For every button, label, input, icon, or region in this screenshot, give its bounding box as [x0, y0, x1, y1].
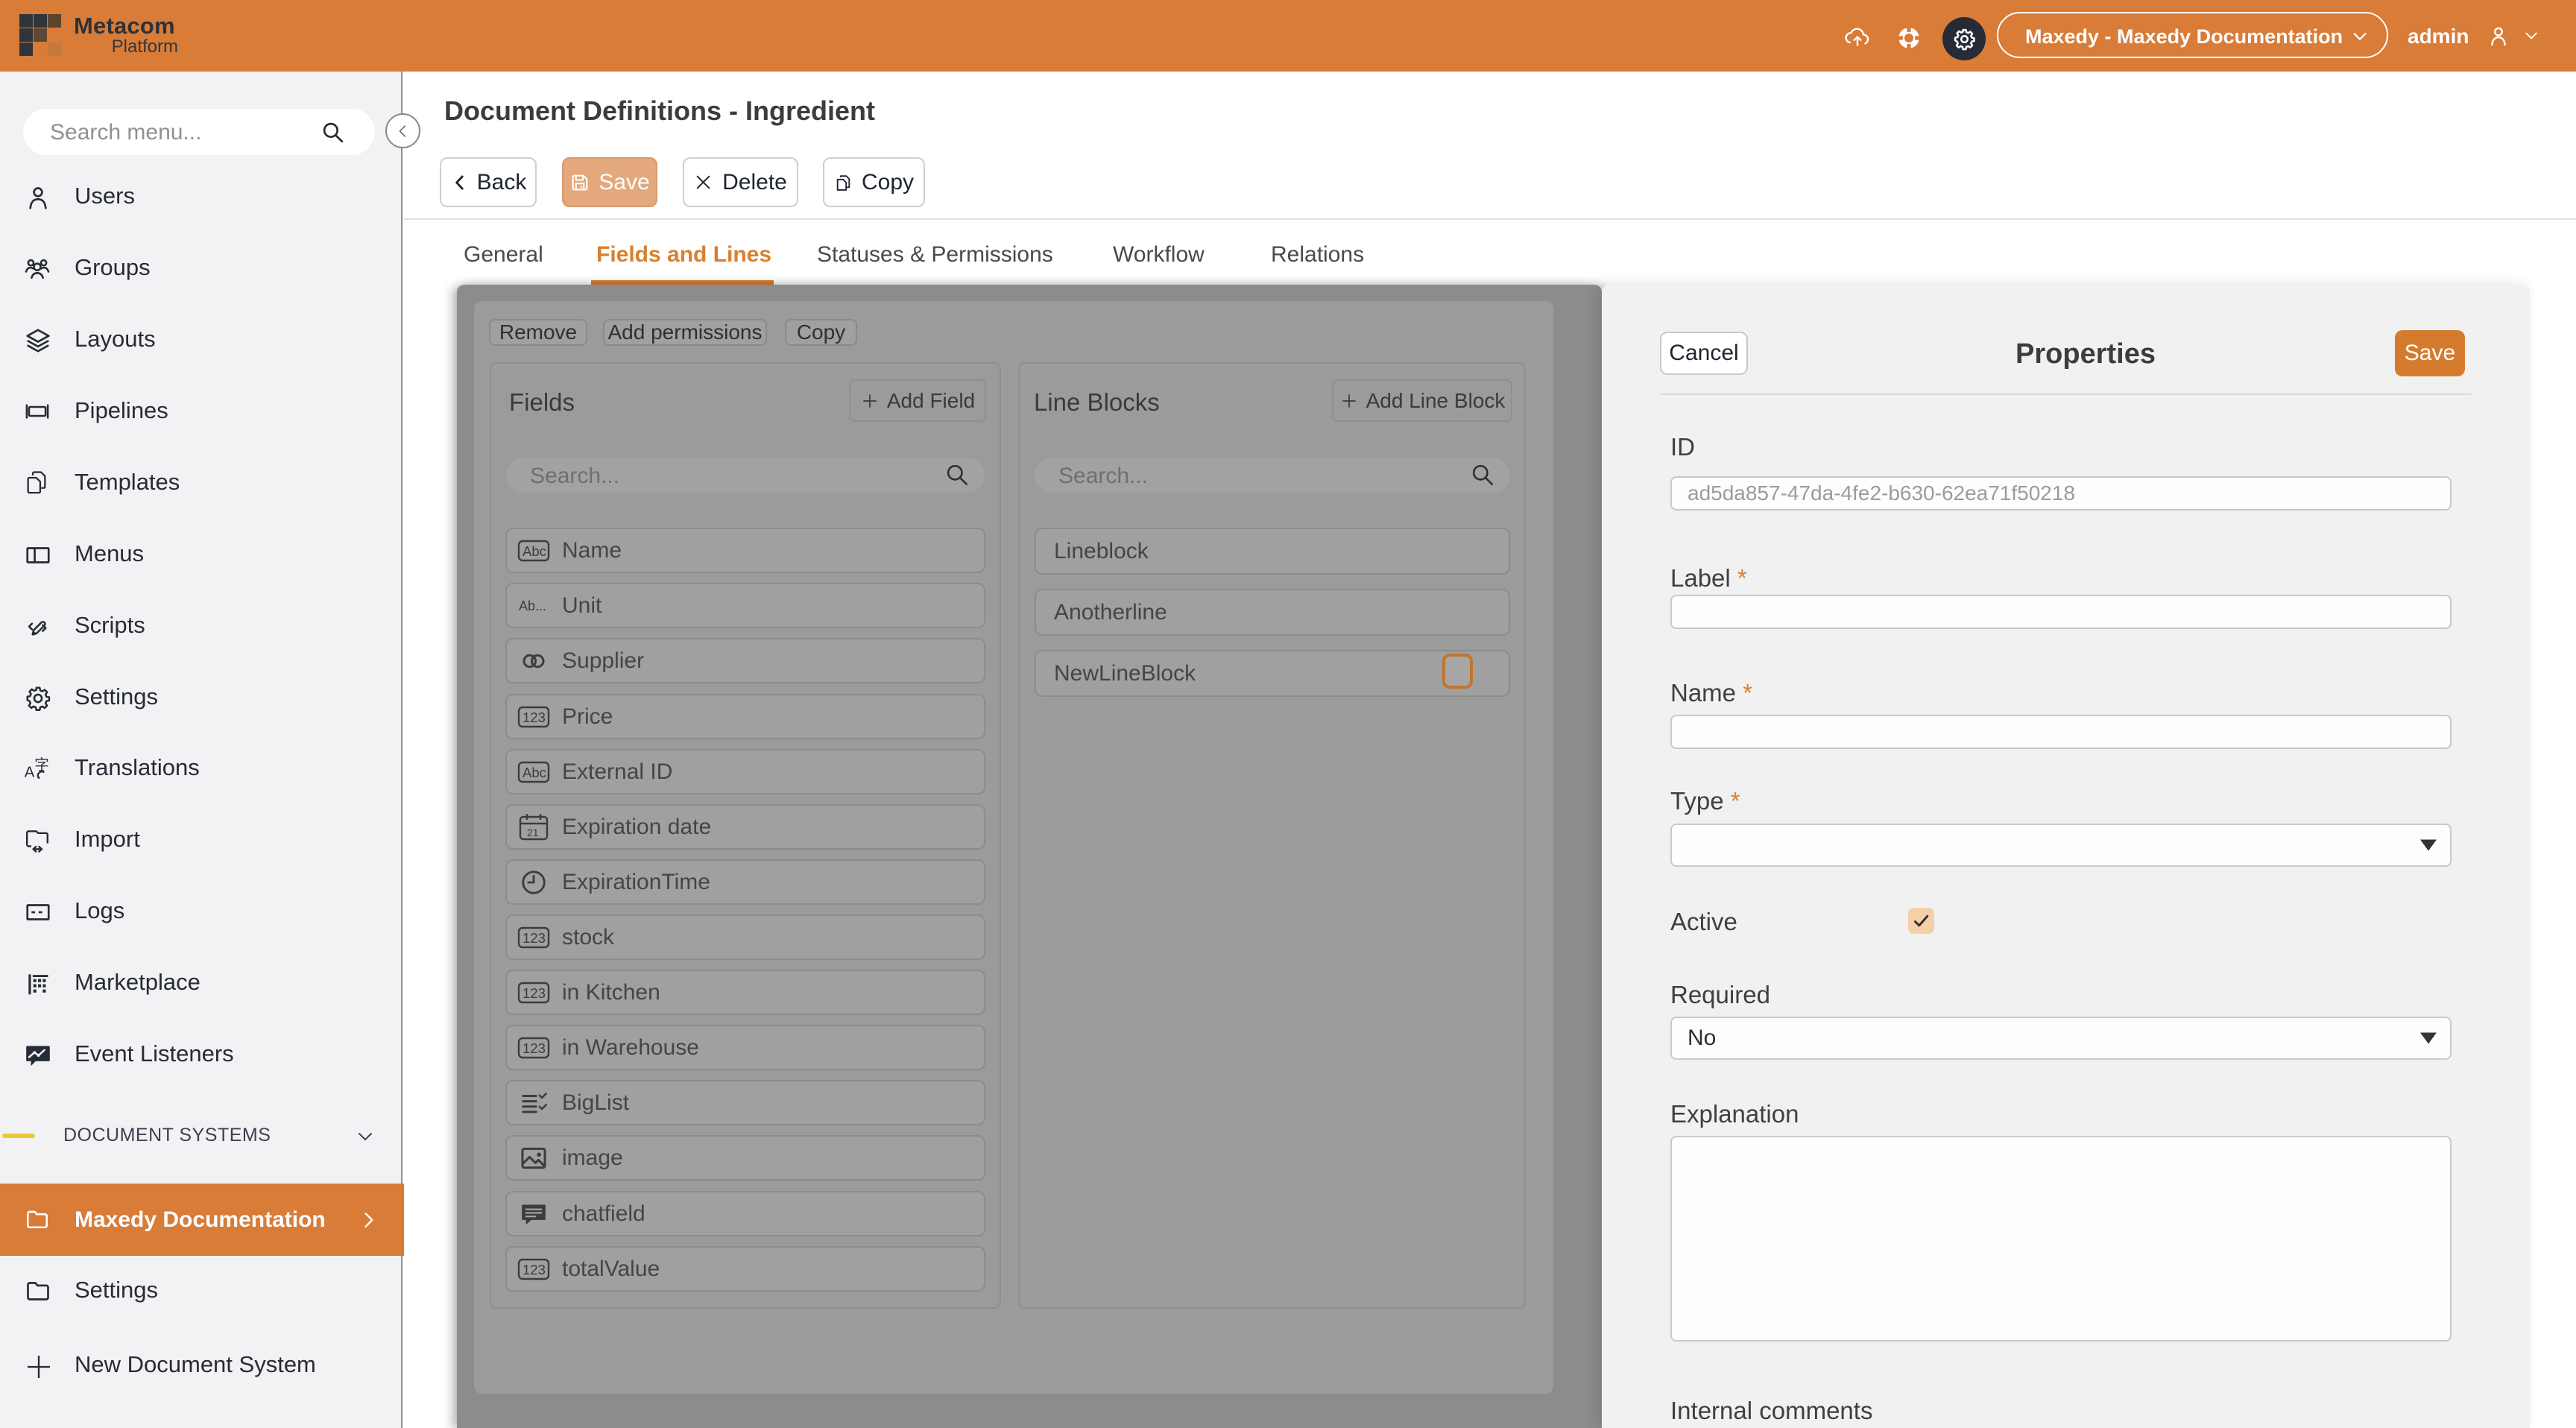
svg-text:Ab: Ab [519, 598, 535, 613]
svg-text:123: 123 [523, 985, 546, 1001]
svg-text:123: 123 [523, 1040, 546, 1056]
svg-text:123: 123 [523, 930, 546, 946]
svg-text:A: A [25, 764, 35, 780]
svg-text:123: 123 [523, 710, 546, 725]
svg-text:Abc: Abc [523, 765, 546, 780]
svg-text:...: ... [535, 598, 546, 613]
svg-text:Abc: Abc [523, 543, 546, 559]
svg-text:21: 21 [527, 827, 539, 838]
svg-text:123: 123 [523, 1262, 546, 1277]
